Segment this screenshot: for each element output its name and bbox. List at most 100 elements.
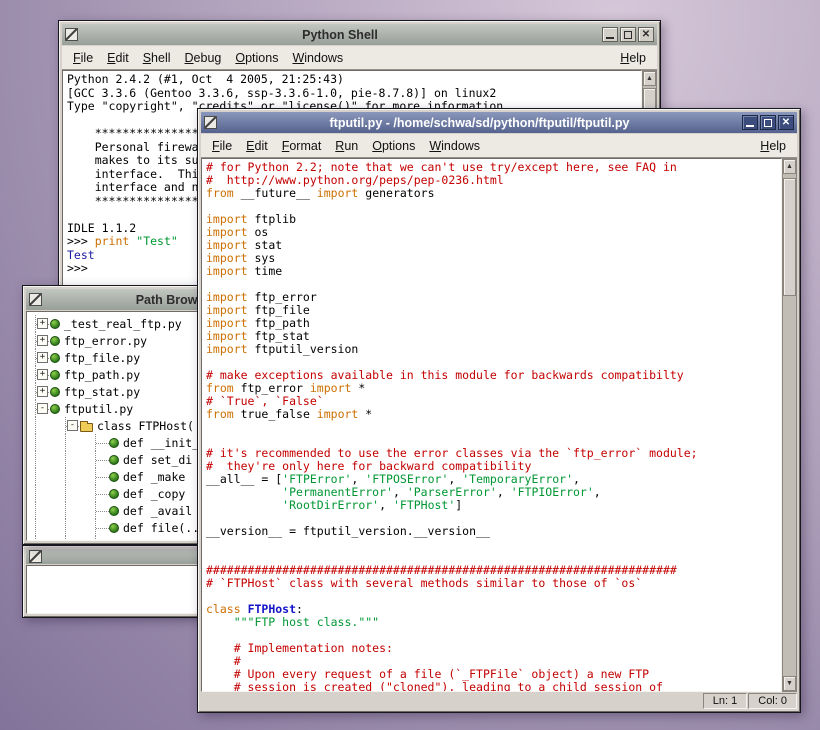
tree-rail: [65, 451, 95, 468]
minimize-button[interactable]: [742, 115, 758, 130]
tree-connector: [95, 451, 109, 468]
editor-scrollbar[interactable]: ▲ ▼: [782, 158, 797, 692]
menu-format[interactable]: Format: [275, 137, 329, 155]
module-icon: [109, 506, 119, 516]
tree-item-label: def open(...: [123, 537, 206, 541]
tree-rail: [35, 502, 65, 519]
column-indicator: Col: 0: [748, 693, 797, 709]
menu-windows[interactable]: Windows: [285, 49, 350, 67]
scroll-up-icon[interactable]: ▲: [783, 159, 796, 174]
scroll-down-icon[interactable]: ▼: [783, 676, 796, 691]
desktop: Python Shell ✕ FileEditShellDebugOptions…: [0, 0, 820, 730]
tree-item-label: ftputil.py: [64, 401, 133, 416]
titlebar[interactable]: ftputil.py - /home/schwa/sd/python/ftput…: [201, 112, 797, 133]
collapse-icon[interactable]: -: [37, 403, 48, 414]
tree-item-label: def file(...: [123, 520, 206, 535]
module-icon: [50, 336, 60, 346]
menu-edit[interactable]: Edit: [239, 137, 275, 155]
scroll-thumb[interactable]: [783, 178, 796, 296]
window-menu-icon[interactable]: [29, 293, 42, 306]
minimize-icon: [746, 125, 754, 127]
expand-icon[interactable]: +: [37, 386, 48, 397]
code-line: 'RootDirError', 'FTPHost']: [206, 499, 781, 512]
tree-item-label: ftp_file.py: [64, 350, 140, 365]
code-line: [GCC 3.3.6 (Gentoo 3.3.6, ssp-3.3.6-1.0,…: [67, 87, 641, 101]
scroll-trough[interactable]: [783, 174, 796, 676]
menu-help[interactable]: Help: [753, 137, 793, 155]
window-title: Python Shell: [83, 28, 597, 42]
expand-icon[interactable]: +: [37, 318, 48, 329]
code-editor-area[interactable]: # for Python 2.2; note that we can't use…: [201, 158, 782, 692]
code-line: # session is created ("cloned"), leading…: [206, 681, 781, 692]
code-line: [206, 421, 781, 434]
code-line: # `FTPHost` class with several methods s…: [206, 577, 781, 590]
module-icon: [109, 438, 119, 448]
menubar: FileEditShellDebugOptionsWindows Help: [62, 46, 657, 70]
module-icon: [109, 455, 119, 465]
menu-debug[interactable]: Debug: [178, 49, 229, 67]
tree-item-label: def set_di: [123, 452, 192, 467]
statusbar: Ln: 1 Col: 0: [201, 692, 797, 709]
menu-windows[interactable]: Windows: [422, 137, 487, 155]
titlebar[interactable]: Python Shell ✕: [62, 24, 657, 45]
menu-file[interactable]: File: [66, 49, 100, 67]
window-menu-icon[interactable]: [65, 28, 78, 41]
module-icon: [50, 387, 60, 397]
maximize-button[interactable]: [760, 115, 776, 130]
module-icon: [109, 540, 119, 542]
tree-connector: [95, 485, 109, 502]
tree-rail: [65, 502, 95, 519]
menu-file[interactable]: File: [205, 137, 239, 155]
close-icon: ✕: [642, 30, 650, 40]
maximize-button[interactable]: [620, 27, 636, 42]
collapse-icon[interactable]: -: [67, 420, 78, 431]
code-line: import stat: [206, 239, 781, 252]
tree-rail: [35, 536, 65, 541]
close-button[interactable]: ✕: [638, 27, 654, 42]
tree-rail: [65, 519, 95, 536]
menu-shell[interactable]: Shell: [136, 49, 178, 67]
tree-item-label: ftp_error.py: [64, 333, 147, 348]
menu-options[interactable]: Options: [228, 49, 285, 67]
tree-item-label: def _avail: [123, 503, 192, 518]
code-line: Python 2.4.2 (#1, Oct 4 2005, 21:25:43): [67, 73, 641, 87]
folder-icon: [80, 423, 93, 432]
close-icon: ✕: [782, 118, 790, 128]
code-line: from true_false import *: [206, 408, 781, 421]
window-menu-icon[interactable]: [204, 116, 217, 129]
menu-help[interactable]: Help: [613, 49, 653, 67]
code-line: [206, 538, 781, 551]
tree-connector: [95, 519, 109, 536]
menu-edit[interactable]: Edit: [100, 49, 136, 67]
tree-connector: [95, 468, 109, 485]
tree-connector: [95, 434, 109, 451]
window-menu-icon[interactable]: [29, 550, 42, 563]
tree-rail: [65, 485, 95, 502]
code-line: import time: [206, 265, 781, 278]
minimize-button[interactable]: [602, 27, 618, 42]
code-line: import ftplib: [206, 213, 781, 226]
tree-connector: [95, 502, 109, 519]
module-icon: [109, 523, 119, 533]
menu-run[interactable]: Run: [328, 137, 365, 155]
expand-icon[interactable]: +: [37, 352, 48, 363]
tree-rail: [65, 468, 95, 485]
tree-item-label: def __init_: [123, 435, 199, 450]
scroll-up-icon[interactable]: ▲: [643, 71, 656, 86]
module-icon: [109, 472, 119, 482]
code-line: import sys: [206, 252, 781, 265]
module-icon: [50, 319, 60, 329]
code-line: import os: [206, 226, 781, 239]
code-line: # Implementation notes:: [206, 642, 781, 655]
close-button[interactable]: ✕: [778, 115, 794, 130]
maximize-icon: [764, 119, 772, 127]
tree-item-label: def _make: [123, 469, 185, 484]
tree-rail: [35, 417, 65, 434]
menu-options[interactable]: Options: [365, 137, 422, 155]
expand-icon[interactable]: +: [37, 369, 48, 380]
expand-icon[interactable]: +: [37, 335, 48, 346]
module-icon: [109, 489, 119, 499]
minimize-icon: [606, 37, 614, 39]
window-title: ftputil.py - /home/schwa/sd/python/ftput…: [222, 116, 737, 130]
maximize-icon: [624, 31, 632, 39]
